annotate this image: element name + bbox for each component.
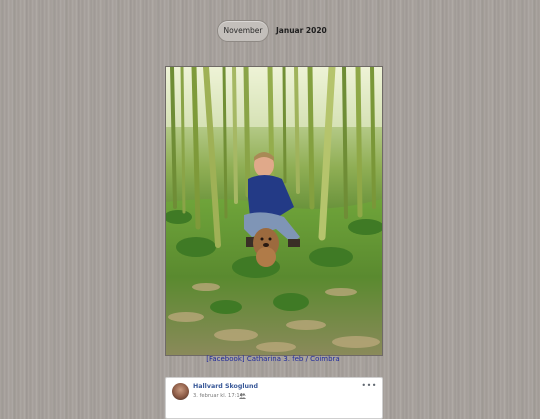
more-options-icon[interactable]: ••• [361, 381, 377, 390]
post-photo[interactable] [165, 66, 383, 356]
previous-month-button[interactable]: November [217, 20, 269, 42]
post-author[interactable]: Hallvard Skoglund [193, 383, 258, 390]
current-month-label: Januar 2020 [276, 26, 327, 35]
people-icon [239, 393, 246, 401]
avatar[interactable] [172, 383, 189, 400]
photo-caption-link[interactable]: [Facebook] Catharina 3. feb / Coimbra [165, 355, 381, 363]
facebook-post-card[interactable]: Hallvard Skoglund 3. februar kl. 17:14 ·… [165, 377, 383, 419]
month-navigation: November Januar 2020 [0, 20, 540, 42]
bamboo-forest-photo [166, 67, 382, 355]
